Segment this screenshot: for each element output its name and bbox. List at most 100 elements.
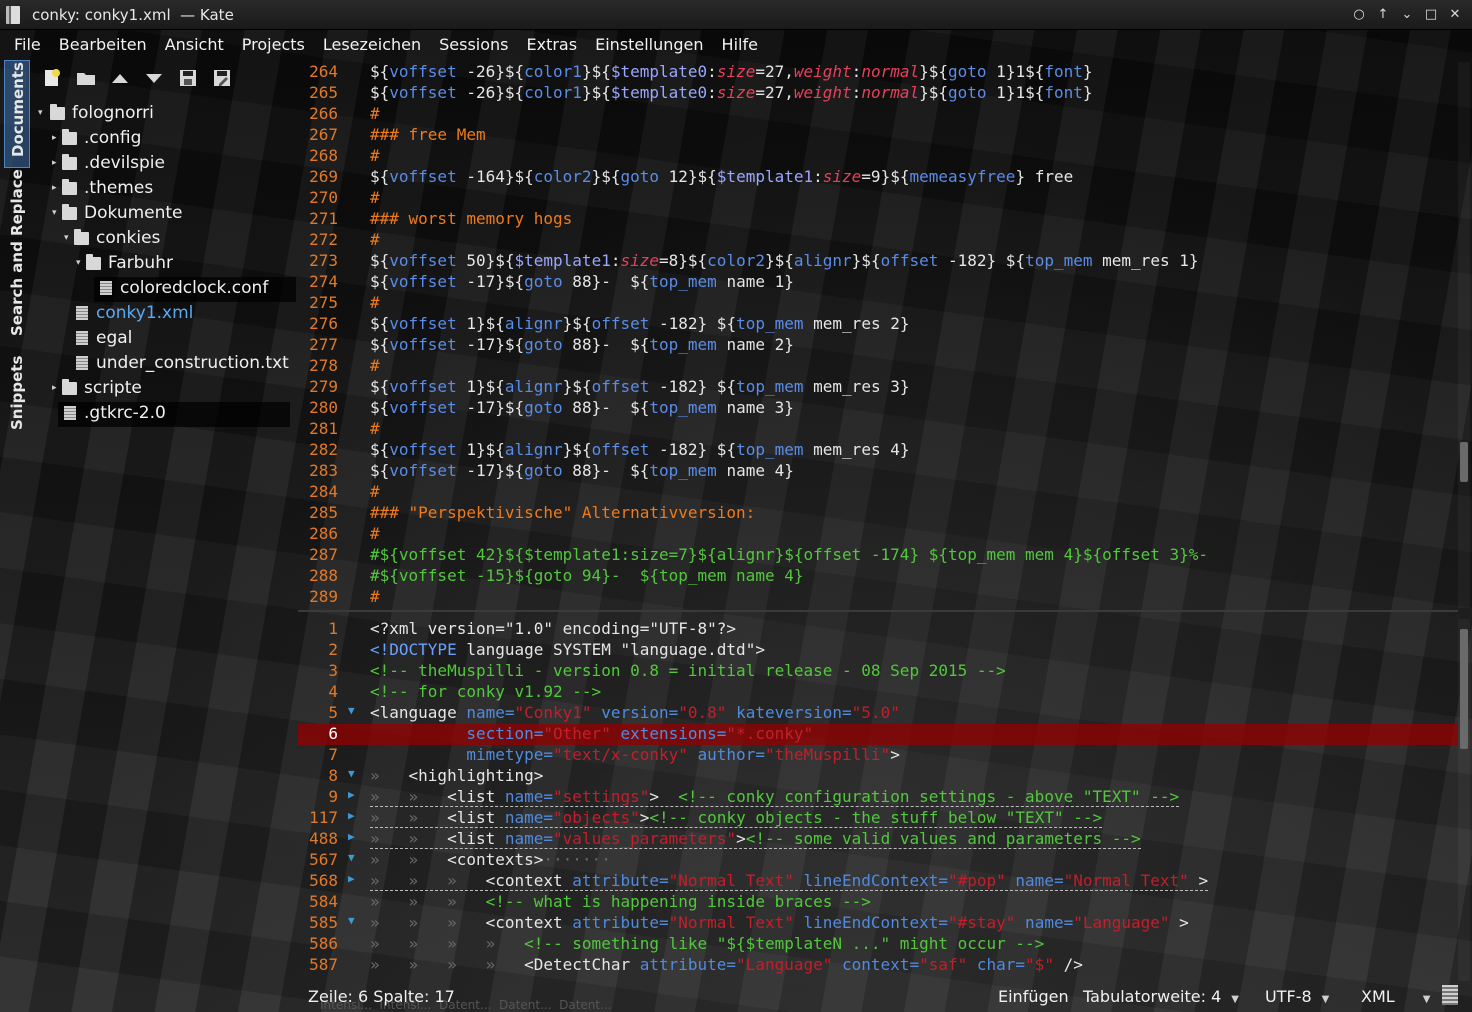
code-line[interactable]: 488 ▶ » » <list name="values_parameters"><… bbox=[298, 829, 1458, 850]
menu-projects[interactable]: Projects bbox=[242, 32, 305, 58]
tree-item-conky1-xml[interactable]: conky1.xml bbox=[34, 302, 296, 327]
code-line[interactable]: 117 ▶ » » <list name="objects"><!-- conky … bbox=[298, 808, 1458, 829]
tab-snippets[interactable]: Snippets bbox=[4, 350, 30, 442]
tree-item-under-construction[interactable]: under_construction.txt bbox=[34, 352, 296, 377]
code-line[interactable]: 286 # bbox=[298, 524, 1458, 545]
code-line[interactable]: 282 ${voffset 1}${alignr}${offset -182} $… bbox=[298, 440, 1458, 461]
window-titlebar[interactable]: conky: conky1.xml — Kate ○ ↑ ⌄ □ ✕ bbox=[0, 0, 1472, 30]
code-line[interactable]: 7 mimetype="text/x-conky" author="theMus… bbox=[298, 745, 1458, 766]
view-splitter[interactable] bbox=[298, 610, 1458, 612]
tree-item-farbuhr[interactable]: ▾ Farbuhr bbox=[34, 252, 296, 277]
code-line[interactable]: 584 » » » <!-- what is happening inside b… bbox=[298, 892, 1458, 913]
tree-item-conkies[interactable]: ▾ conkies bbox=[34, 227, 296, 252]
input-mode[interactable]: Einfügen bbox=[998, 987, 1069, 1006]
cursor-position[interactable]: Zeile: 6 Spalte: 17 bbox=[308, 987, 455, 1006]
menu-sessions[interactable]: Sessions bbox=[439, 32, 508, 58]
code-line[interactable]: 3 <!-- theMuspilli - version 0.8 = initia… bbox=[298, 661, 1458, 682]
expand-arrow-icon[interactable]: ▸ bbox=[52, 183, 62, 193]
fold-expanded-icon[interactable]: ▼ bbox=[348, 914, 360, 927]
code-line[interactable]: 268 # bbox=[298, 146, 1458, 167]
code-line[interactable]: 279 ${voffset 1}${alignr}${offset -182} $… bbox=[298, 377, 1458, 398]
maximize-icon[interactable]: □ bbox=[1422, 5, 1440, 25]
code-line[interactable]: 267 ### free Mem bbox=[298, 125, 1458, 146]
code-line[interactable]: 9 ▶ » » <list name="settings"> <!-- conky … bbox=[298, 787, 1458, 808]
menu-hilfe[interactable]: Hilfe bbox=[722, 32, 758, 58]
tab-search-and-replace[interactable]: Search and Replace bbox=[4, 169, 30, 344]
new-document-icon[interactable] bbox=[40, 66, 64, 90]
code-line[interactable]: 265 ${voffset -26}${color1}${$template0:s… bbox=[298, 83, 1458, 104]
next-document-icon[interactable] bbox=[142, 66, 166, 90]
open-folder-icon[interactable] bbox=[74, 66, 98, 90]
code-line[interactable]: 8 ▼ » <highlighting> bbox=[298, 766, 1458, 787]
fold-collapsed-icon[interactable]: ▶ bbox=[348, 788, 360, 801]
tree-item-config[interactable]: ▸ .config bbox=[34, 127, 296, 152]
expand-arrow-icon[interactable]: ▸ bbox=[52, 133, 62, 143]
code-line[interactable]: 276 ${voffset 1}${alignr}${offset -182} $… bbox=[298, 314, 1458, 335]
code-line[interactable]: 277 ${voffset -17}${goto 88}- ${top_mem n… bbox=[298, 335, 1458, 356]
code-line[interactable]: 283 ${voffset -17}${goto 88}- ${top_mem n… bbox=[298, 461, 1458, 482]
tree-item-gtkrc[interactable]: .gtkrc-2.0 bbox=[58, 402, 290, 427]
code-line[interactable]: 4 <!-- for conky v1.92 --> bbox=[298, 682, 1458, 703]
code-line[interactable]: 288 #${voffset -15}${goto 94}- ${top_mem … bbox=[298, 566, 1458, 587]
expand-arrow-icon[interactable]: ▾ bbox=[64, 233, 74, 243]
code-line[interactable]: 568 ▶ » » » <context attribute="Normal Tex… bbox=[298, 871, 1458, 892]
code-line[interactable]: 271 ### worst memory hogs bbox=[298, 209, 1458, 230]
tree-item-scripte[interactable]: ▸ scripte bbox=[34, 377, 296, 402]
menu-bearbeiten[interactable]: Bearbeiten bbox=[59, 32, 147, 58]
tree-item-folognorri[interactable]: ▾ folognorri bbox=[34, 102, 296, 127]
fold-expanded-icon[interactable]: ▼ bbox=[348, 767, 360, 780]
menu-lesezeichen[interactable]: Lesezeichen bbox=[323, 32, 421, 58]
fold-expanded-icon[interactable]: ▼ bbox=[348, 851, 360, 864]
code-line[interactable]: 287 #${voffset 42}${$template1:size=7}${a… bbox=[298, 545, 1458, 566]
code-line[interactable]: 275 # bbox=[298, 293, 1458, 314]
code-line[interactable]: 272 # bbox=[298, 230, 1458, 251]
previous-document-icon[interactable] bbox=[108, 66, 132, 90]
tree-item-egal[interactable]: egal bbox=[34, 327, 296, 352]
expand-arrow-icon[interactable]: ▸ bbox=[52, 383, 62, 393]
document-icon[interactable] bbox=[1442, 985, 1458, 1005]
expand-arrow-icon[interactable]: ▸ bbox=[52, 158, 62, 168]
on-all-desktops-icon[interactable]: ○ bbox=[1350, 5, 1368, 25]
code-line[interactable]: 6 section="Other" extensions="*.conky" bbox=[298, 724, 1458, 745]
code-line[interactable]: 284 # bbox=[298, 482, 1458, 503]
code-line[interactable]: 587 » » » » <DetectChar attribute="Langua… bbox=[298, 955, 1458, 976]
syntax-mode-dropdown[interactable]: XML ▼ bbox=[1361, 987, 1430, 1006]
fold-expanded-icon[interactable]: ▼ bbox=[348, 704, 360, 717]
tree-item-devilspie[interactable]: ▸ .devilspie bbox=[34, 152, 296, 177]
expand-arrow-icon[interactable]: ▾ bbox=[76, 258, 86, 268]
editor-view-top[interactable]: 264 ${voffset -26}${color1}${$template0:s… bbox=[298, 62, 1458, 610]
code-line[interactable]: 274 ${voffset -17}${goto 88}- ${top_mem n… bbox=[298, 272, 1458, 293]
save-icon[interactable] bbox=[176, 66, 200, 90]
tab-documents[interactable]: Documents bbox=[4, 60, 30, 168]
code-line[interactable]: 281 # bbox=[298, 419, 1458, 440]
expand-arrow-icon[interactable]: ▾ bbox=[52, 208, 62, 218]
code-line[interactable]: 5 ▼ <language name="Conky1" version="0.8" … bbox=[298, 703, 1458, 724]
code-line[interactable]: 585 ▼ » » » <context attribute="Normal Tex… bbox=[298, 913, 1458, 934]
menu-einstellungen[interactable]: Einstellungen bbox=[595, 32, 703, 58]
close-icon[interactable]: ✕ bbox=[1446, 5, 1464, 25]
tab-width-dropdown[interactable]: Tabulatorweite: 4 ▼ bbox=[1083, 987, 1239, 1006]
code-line[interactable]: 289 # bbox=[298, 587, 1458, 608]
code-line[interactable]: 269 ${voffset -164}${color2}${goto 12}${$… bbox=[298, 167, 1458, 188]
code-line[interactable]: 270 # bbox=[298, 188, 1458, 209]
scroll-thumb[interactable] bbox=[1460, 629, 1468, 749]
fold-collapsed-icon[interactable]: ▶ bbox=[348, 809, 360, 822]
tree-item-dokumente[interactable]: ▾ Dokumente bbox=[34, 202, 296, 227]
code-line[interactable]: 266 # bbox=[298, 104, 1458, 125]
menu-file[interactable]: File bbox=[14, 32, 41, 58]
editor-view-bottom[interactable]: 1 <?xml version="1.0" encoding="UTF-8"?> 2… bbox=[298, 619, 1458, 981]
code-line[interactable]: 1 <?xml version="1.0" encoding="UTF-8"?> bbox=[298, 619, 1458, 640]
code-line[interactable]: 567 ▼ » » <contexts>······· bbox=[298, 850, 1458, 871]
tree-item-themes[interactable]: ▸ .themes bbox=[34, 177, 296, 202]
fold-collapsed-icon[interactable]: ▶ bbox=[348, 872, 360, 885]
code-line[interactable]: 280 ${voffset -17}${goto 88}- ${top_mem n… bbox=[298, 398, 1458, 419]
code-line[interactable]: 264 ${voffset -26}${color1}${$template0:s… bbox=[298, 62, 1458, 83]
keep-above-icon[interactable]: ↑ bbox=[1374, 5, 1392, 25]
minimize-icon[interactable]: ⌄ bbox=[1398, 5, 1416, 25]
code-line[interactable]: 2 <!DOCTYPE language SYSTEM "language.dtd… bbox=[298, 640, 1458, 661]
tree-item-coloredclock-conf[interactable]: coloredclock.conf bbox=[94, 277, 296, 302]
scroll-thumb[interactable] bbox=[1460, 442, 1468, 482]
save-as-icon[interactable] bbox=[210, 66, 234, 90]
code-line[interactable]: 586 » » » » <!-- something like "${$templ… bbox=[298, 934, 1458, 955]
code-line[interactable]: 273 ${voffset 50}${$template1:size=8}${co… bbox=[298, 251, 1458, 272]
